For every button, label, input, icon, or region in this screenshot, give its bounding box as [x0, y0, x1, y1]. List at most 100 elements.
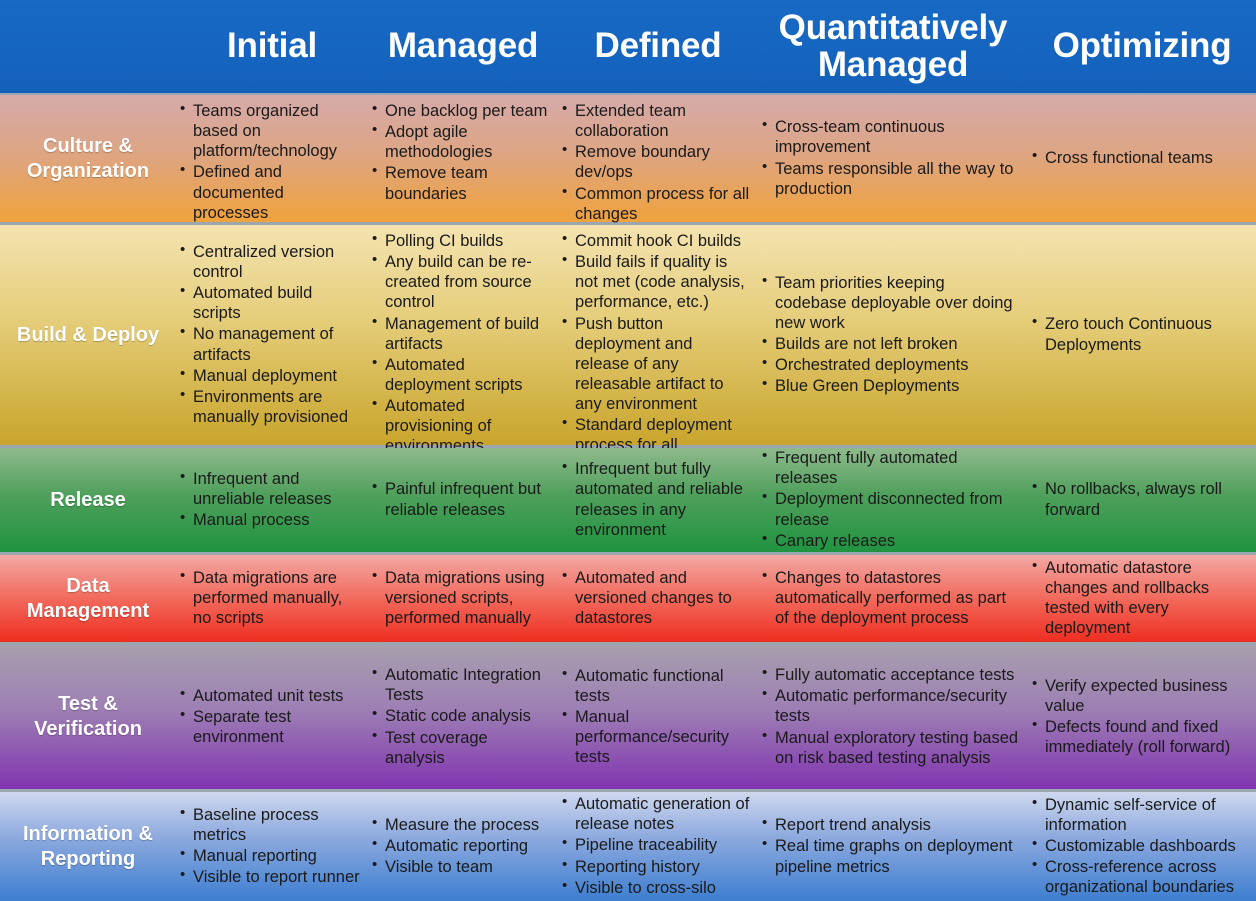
bullet-list: Automatic generation of release notesPip…	[562, 793, 750, 899]
bullet-item: Remove boundary dev/ops	[562, 141, 750, 182]
bullet-item: Reporting history	[562, 856, 750, 877]
cell-data-initial: Data migrations are performed manually, …	[176, 555, 368, 642]
bullet-item: Team priorities keeping codebase deploya…	[762, 272, 1020, 333]
bullet-item: One backlog per team	[372, 100, 550, 121]
bullet-list: No rollbacks, always roll forward	[1032, 478, 1248, 520]
bullet-item: Build fails if quality is not met (code …	[562, 251, 750, 312]
bullet-item: Deployment disconnected from release	[762, 488, 1020, 529]
row-label-test-verification: Test & Verification	[34, 693, 142, 740]
bullet-item: Visible to report runner	[180, 866, 360, 887]
bullet-list: Automatic functional testsManual perform…	[562, 665, 750, 769]
bullet-list: Changes to datastores automatically perf…	[762, 567, 1020, 629]
cell-build-managed: Polling CI buildsAny build can be re-cre…	[368, 225, 558, 455]
bullet-item: Builds are not left broken	[762, 333, 1020, 354]
bullet-item: Manual process	[180, 509, 360, 530]
bullet-item: Manual deployment	[180, 365, 360, 386]
bullet-item: Data migrations are performed manually, …	[180, 567, 360, 628]
bullet-list: Zero touch Continuous Deployments	[1032, 313, 1248, 355]
table-row-release: Release Infrequent and unreliable releas…	[0, 447, 1256, 555]
column-header-defined: Defined	[594, 26, 722, 66]
bullet-item: Common process for all changes	[562, 182, 750, 224]
bullet-item: Polling CI builds	[372, 230, 550, 251]
bullet-list: Cross-team continuous improvementTeams r…	[762, 116, 1020, 200]
bullet-list: Team priorities keeping codebase deploya…	[762, 272, 1020, 398]
bullet-list: Teams organized based on platform/techno…	[180, 100, 360, 224]
bullet-item: No management of artifacts	[180, 323, 360, 364]
bullet-item: Centralized version control	[180, 241, 360, 282]
bullet-item: Any build can be re-created from source …	[372, 251, 550, 312]
cell-build-initial: Centralized version controlAutomated bui…	[176, 225, 368, 445]
bullet-item: Teams responsible all the way to product…	[762, 157, 1020, 199]
row-label-build-deploy: Build & Deploy	[16, 323, 160, 346]
bullet-item: Adopt agile methodologies	[372, 121, 550, 162]
bullet-item: Measure the process	[372, 814, 550, 835]
cell-build-optimizing: Zero touch Continuous Deployments	[1028, 225, 1256, 445]
bullet-list: Automatic datastore changes and rollback…	[1032, 557, 1248, 640]
bullet-item: Pipeline traceability	[562, 834, 750, 855]
bullet-item: Automated build scripts	[180, 282, 360, 323]
bullet-list: Automated and versioned changes to datas…	[562, 567, 750, 629]
cell-test-initial: Automated unit testsSeparate test enviro…	[176, 645, 368, 789]
bullet-item: Commit hook CI builds	[562, 230, 750, 251]
cell-test-defined: Automatic functional testsManual perform…	[558, 645, 758, 789]
row-label-data-management: Data Management	[26, 574, 150, 622]
bullet-item: Automated and versioned changes to datas…	[562, 567, 750, 628]
bullet-item: Automatic Integration Tests	[372, 664, 550, 705]
bullet-item: Manual reporting	[180, 845, 360, 866]
bullet-item: Frequent fully automated releases	[762, 447, 1020, 488]
bullet-list: Extended team collaborationRemove bounda…	[562, 100, 750, 225]
table-row-information-reporting: Information & Reporting Baseline process…	[0, 792, 1256, 901]
bullet-list: Automatic Integration TestsStatic code a…	[372, 664, 550, 769]
bullet-item: Data migrations using versioned scripts,…	[372, 567, 550, 628]
cell-info-defined: Automatic generation of release notesPip…	[558, 792, 758, 901]
bullet-item: Automatic functional tests	[562, 665, 750, 706]
bullet-item: Automatic reporting	[372, 835, 550, 856]
bullet-item: Changes to datastores automatically perf…	[762, 567, 1020, 628]
bullet-list: Infrequent and unreliable releasesManual…	[180, 468, 360, 531]
cell-info-managed: Measure the processAutomatic reportingVi…	[368, 792, 558, 901]
cell-culture-managed: One backlog per teamAdopt agile methodol…	[368, 95, 558, 222]
bullet-item: Teams organized based on platform/techno…	[180, 100, 360, 161]
cell-culture-defined: Extended team collaborationRemove bounda…	[558, 95, 758, 225]
bullet-list: One backlog per teamAdopt agile methodol…	[372, 100, 550, 205]
bullet-list: Infrequent but fully automated and relia…	[562, 458, 750, 541]
bullet-list: Automated unit testsSeparate test enviro…	[180, 685, 360, 748]
header-corner-cell	[0, 0, 176, 93]
cell-info-optimizing: Dynamic self-service of informationCusto…	[1028, 792, 1256, 901]
bullet-list: Baseline process metricsManual reporting…	[180, 804, 360, 889]
column-header-initial: Initial	[227, 26, 317, 66]
column-header-optimizing: Optimizing	[1052, 26, 1232, 66]
cell-build-defined: Commit hook CI buildsBuild fails if qual…	[558, 225, 758, 474]
bullet-item: Canary releases	[762, 530, 1020, 551]
bullet-list: Verify expected business valueDefects fo…	[1032, 675, 1248, 759]
bullet-item: Blue Green Deployments	[762, 375, 1020, 396]
cell-data-quantitatively-managed: Changes to datastores automatically perf…	[758, 555, 1028, 642]
cell-culture-initial: Teams organized based on platform/techno…	[176, 95, 368, 222]
cell-test-quantitatively-managed: Fully automatic acceptance testsAutomati…	[758, 645, 1028, 789]
bullet-item: Zero touch Continuous Deployments	[1032, 313, 1248, 354]
bullet-item: Manual exploratory testing based on risk…	[762, 727, 1020, 768]
bullet-item: Visible to team	[372, 856, 550, 877]
cell-release-initial: Infrequent and unreliable releasesManual…	[176, 448, 368, 552]
bullet-list: Polling CI buildsAny build can be re-cre…	[372, 230, 550, 457]
bullet-item: Infrequent but fully automated and relia…	[562, 458, 750, 540]
cell-culture-quantitatively-managed: Cross-team continuous improvementTeams r…	[758, 95, 1028, 222]
cell-data-managed: Data migrations using versioned scripts,…	[368, 555, 558, 642]
cell-data-optimizing: Automatic datastore changes and rollback…	[1028, 555, 1256, 642]
bullet-item: No rollbacks, always roll forward	[1032, 478, 1248, 519]
bullet-item: Cross-reference across organizational bo…	[1032, 856, 1248, 897]
bullet-list: Data migrations are performed manually, …	[180, 567, 360, 629]
bullet-item: Dynamic self-service of information	[1032, 794, 1248, 835]
bullet-item: Real time graphs on deployment pipeline …	[762, 835, 1020, 876]
bullet-item: Painful infrequent but reliable releases	[372, 478, 550, 519]
cell-data-defined: Automated and versioned changes to datas…	[558, 555, 758, 642]
bullet-item: Environments are manually provisioned	[180, 386, 360, 427]
cell-build-quantitatively-managed: Team priorities keeping codebase deploya…	[758, 225, 1028, 445]
column-header-managed: Managed	[387, 26, 539, 66]
table-row-data-management: Data Management Data migrations are perf…	[0, 555, 1256, 645]
row-label-information-reporting: Information & Reporting	[23, 822, 153, 870]
cell-release-managed: Painful infrequent but reliable releases	[368, 448, 558, 552]
bullet-item: Automatic performance/security tests	[762, 685, 1020, 726]
bullet-item: Baseline process metrics	[180, 804, 360, 845]
bullet-item: Cross functional teams	[1032, 147, 1248, 168]
